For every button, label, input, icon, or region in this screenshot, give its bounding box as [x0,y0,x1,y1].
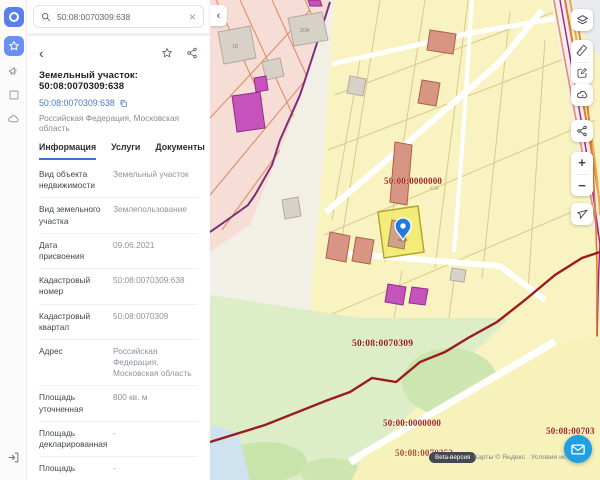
ruler-button[interactable] [571,40,593,62]
tab-documents[interactable]: Документы [155,142,204,160]
edit-square-icon [576,67,588,79]
field-row: Кадастровый номер50:08:0070309:638 [39,268,198,303]
field-row: Вид объекта недвижимостиЗемельный участо… [39,163,198,197]
zoom-control: + − [571,152,593,196]
login-icon [7,451,20,464]
field-row: АдресРоссийская Федерация, Московская об… [39,339,198,386]
app-logo[interactable] [4,7,24,27]
search-bar[interactable]: × [33,5,204,28]
app-window: { "search": { "value": "50:08:0070309:63… [0,0,600,480]
rail-megaphone-button[interactable] [6,63,21,78]
measure-draw-group [571,40,593,84]
house-number-label: 20A [300,28,310,34]
rail-selection-button[interactable] [6,87,21,102]
app-rail [0,0,27,480]
layers-button[interactable] [571,9,593,31]
megaphone-icon [7,64,20,77]
panorama-button[interactable] [571,84,593,106]
tab-information[interactable]: Информация [39,142,96,160]
star-icon [8,40,20,52]
ruler-icon [576,45,588,57]
beta-badge: Beta-версия [429,452,476,463]
parcel-title: Земельный участок: 50:08:0070309:638 [27,64,210,92]
rail-cloud-button[interactable] [6,111,21,126]
favorite-star-icon[interactable] [161,47,173,59]
logo-icon [9,12,19,22]
house-number-label: 634 [430,186,439,192]
plus-icon: + [578,156,586,169]
map-attribution[interactable]: Карты © Яндекс · Условия испол [474,454,566,461]
field-row: Кадастровый квартал50:08:0070309 [39,304,198,339]
field-row: Площадь декларированная- [39,421,198,456]
quarter-label: 50:00:0000000 [383,418,441,428]
cadastral-number-link[interactable]: 50:08:0070309:638 [39,98,115,108]
search-input[interactable] [57,12,183,22]
edit-button[interactable] [571,63,593,85]
clear-search-icon[interactable]: × [189,11,196,23]
quarter-label: 50:08:0070309 [352,339,413,349]
square-outline-icon [8,89,20,101]
zoom-out-button[interactable]: − [571,175,593,197]
feedback-button[interactable] [564,435,592,463]
quarter-label: 50:08:00703 [546,426,595,436]
field-row: Вид земельного участкаЗемлепользование [39,197,198,232]
share-icon[interactable] [186,47,198,59]
cloud-icon [7,112,20,125]
envelope-icon [571,444,585,455]
field-list: Вид объекта недвижимостиЗемельный участо… [27,161,210,480]
locate-button[interactable] [571,203,593,225]
parcel-info-panel: ‹ Земельный участок: 50:08:0070309:638 5… [27,36,210,480]
minus-icon: − [578,179,586,192]
rail-login-button[interactable] [6,450,21,465]
navigation-arrow-icon [576,208,588,220]
map-canvas[interactable]: 50:00:0000000 50:08:0070309 50:00:000000… [210,0,600,480]
rail-favorites-button[interactable] [4,36,24,56]
share-map-button[interactable] [571,120,593,142]
tab-bar: Информация Услуги Документы [27,133,210,161]
tab-services[interactable]: Услуги [111,142,140,160]
quarter-label: 50:00:0000000 [384,176,442,186]
sidebar: × ‹ Земельный участок: 50:08:0070309:638… [27,0,210,480]
layers-icon [576,14,589,27]
house-number-label: 18 [232,44,238,50]
share-nodes-icon [576,125,588,137]
collapse-sidebar-button[interactable]: ‹ [210,5,227,26]
field-row: Дата присвоения09.06.2021 [39,233,198,268]
panorama-icon [576,89,589,102]
field-row: Площадь уточненная800 кв. м [39,385,198,420]
search-icon [41,12,51,22]
copy-icon[interactable] [119,99,128,108]
back-button[interactable]: ‹ [39,46,44,60]
zoom-in-button[interactable]: + [571,152,593,174]
selected-parcel[interactable] [378,206,424,258]
parcel-region: Российская Федерация, Московская область [27,108,210,133]
field-row: Площадь- [39,456,198,480]
